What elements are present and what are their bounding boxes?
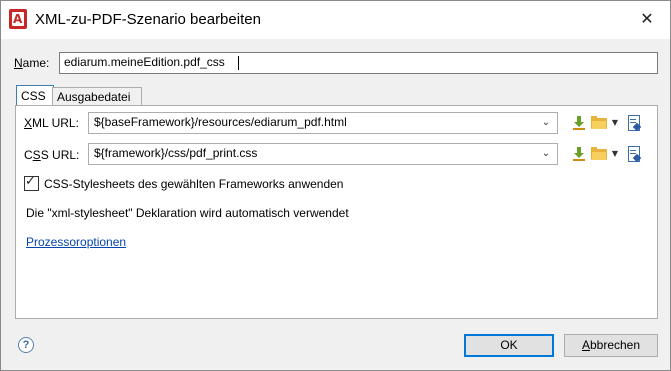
css-url-combobox[interactable]: ${framework}/css/pdf_print.css ⌄ bbox=[88, 143, 558, 165]
edit-file-icon[interactable] bbox=[626, 115, 642, 132]
framework-css-checkbox[interactable]: ✓ bbox=[24, 174, 39, 191]
edit-file-icon[interactable] bbox=[626, 146, 642, 163]
xml-url-value: ${baseFramework}/resources/ediarum_pdf.h… bbox=[94, 115, 347, 129]
name-input-value: ediarum.meineEdition.pdf_css bbox=[64, 55, 225, 69]
folder-icon[interactable] bbox=[591, 115, 607, 131]
css-url-value: ${framework}/css/pdf_print.css bbox=[94, 146, 258, 160]
css-tab-panel: XML URL: ${baseFramework}/resources/edia… bbox=[15, 105, 658, 319]
help-icon[interactable]: ? bbox=[18, 337, 34, 353]
folder-icon[interactable] bbox=[591, 146, 607, 162]
cancel-button[interactable]: Abbrechen bbox=[564, 334, 658, 357]
processor-options-link[interactable]: Prozessoroptionen bbox=[26, 235, 126, 249]
dialog-window: A XML-zu-PDF-Szenario bearbeiten ✕ Name:… bbox=[0, 0, 671, 371]
download-icon[interactable] bbox=[572, 115, 586, 131]
title-bar: A XML-zu-PDF-Szenario bearbeiten ✕ bbox=[1, 1, 670, 39]
dropdown-icon[interactable]: ▼ bbox=[610, 146, 620, 162]
info-text: Die "xml-stylesheet" Deklaration wird au… bbox=[26, 206, 349, 220]
checkmark-icon: ✓ bbox=[25, 174, 36, 189]
chevron-down-icon[interactable]: ⌄ bbox=[539, 114, 553, 132]
download-icon[interactable] bbox=[572, 146, 586, 162]
xml-url-label: XML URL: bbox=[24, 116, 79, 130]
ok-button[interactable]: OK bbox=[464, 334, 554, 357]
xml-url-combobox[interactable]: ${baseFramework}/resources/ediarum_pdf.h… bbox=[88, 112, 558, 134]
tab-css[interactable]: CSS bbox=[16, 85, 54, 106]
chevron-down-icon[interactable]: ⌄ bbox=[539, 145, 553, 163]
close-icon[interactable]: ✕ bbox=[632, 5, 662, 33]
name-label: Name: bbox=[14, 56, 50, 70]
name-input[interactable]: ediarum.meineEdition.pdf_css bbox=[59, 52, 658, 74]
dropdown-icon[interactable]: ▼ bbox=[610, 115, 620, 131]
css-url-label: CSS URL: bbox=[24, 148, 80, 162]
framework-css-checkbox-label[interactable]: CSS-Stylesheets des gewählten Frameworks… bbox=[44, 177, 343, 191]
oxygen-app-icon: A bbox=[9, 9, 27, 29]
text-caret bbox=[238, 56, 239, 70]
window-title: XML-zu-PDF-Szenario bearbeiten bbox=[35, 11, 261, 28]
app-icon-glyph: A bbox=[13, 12, 23, 26]
tab-ausgabedatei[interactable]: Ausgabedatei bbox=[52, 87, 142, 106]
